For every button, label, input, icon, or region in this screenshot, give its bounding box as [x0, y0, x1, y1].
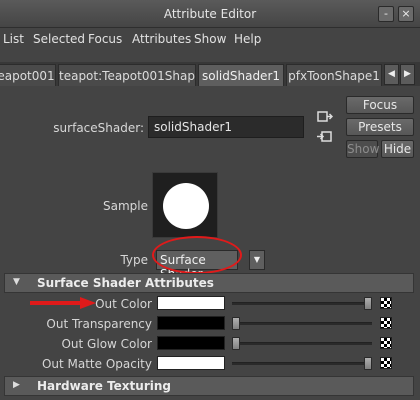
focus-button[interactable]: Focus	[346, 96, 414, 114]
texture-map-icon[interactable]	[380, 317, 392, 329]
out-color-swatch[interactable]	[157, 296, 225, 310]
sample-swatch	[152, 172, 218, 238]
tab-scroll-right-icon[interactable]: ▶	[400, 64, 415, 85]
out-matte-opacity-slider-thumb[interactable]	[364, 357, 372, 370]
tab-scroll-left-icon[interactable]: ◀	[384, 64, 399, 85]
node-name-field[interactable]: solidShader1	[148, 116, 304, 138]
tab-solidshader1[interactable]: solidShader1	[198, 64, 284, 86]
texture-map-icon[interactable]	[380, 297, 392, 309]
tab-teapot-shape[interactable]: teapot:Teapot001Shape	[58, 64, 196, 86]
hardware-texturing-header[interactable]: ▶ Hardware Texturing	[4, 376, 414, 396]
attr-label: Out Glow Color	[61, 337, 152, 351]
window-title: Attribute Editor	[163, 7, 257, 21]
out-matte-opacity-slider-track[interactable]	[232, 362, 372, 365]
out-color-slider-thumb[interactable]	[364, 297, 372, 310]
show-button[interactable]: Show	[346, 140, 379, 158]
attr-row-out-transparency: Out Transparency	[4, 314, 414, 334]
sample-label: Sample	[103, 199, 148, 213]
out-transparency-slider-thumb[interactable]	[232, 317, 240, 330]
menu-help[interactable]: Help	[234, 32, 261, 46]
tab-pfxtoonshape1[interactable]: pfxToonShape1	[286, 64, 382, 86]
annotation-arrow	[30, 297, 96, 309]
out-glow-color-slider-thumb[interactable]	[232, 337, 240, 350]
attr-label: Out Color	[95, 297, 152, 311]
chevron-down-icon[interactable]: ▼	[249, 250, 265, 270]
menu-focus[interactable]: Focus	[88, 32, 122, 46]
attr-row-out-glow-color: Out Glow Color	[4, 334, 414, 354]
out-transparency-swatch[interactable]	[157, 316, 225, 330]
out-glow-color-swatch[interactable]	[157, 336, 225, 350]
minimize-button[interactable]: -	[378, 6, 394, 22]
title-bar: Attribute Editor - ×	[0, 0, 420, 28]
attr-row-out-matte-opacity: Out Matte Opacity	[4, 354, 414, 374]
menu-show[interactable]: Show	[194, 32, 226, 46]
menu-selected[interactable]: Selected	[33, 32, 85, 46]
out-glow-color-slider-track[interactable]	[232, 342, 372, 345]
out-color-slider-track[interactable]	[232, 302, 372, 305]
tab-teapot001[interactable]: eapot001	[0, 64, 56, 86]
annotation-ellipse	[152, 236, 242, 274]
attr-label: Out Matte Opacity	[41, 357, 152, 371]
output-connection-icon[interactable]	[317, 130, 333, 144]
section-title: Hardware Texturing	[37, 379, 171, 393]
close-button[interactable]: ×	[398, 6, 414, 22]
expand-triangle-icon: ▼	[13, 277, 20, 287]
collapse-triangle-icon: ▶	[13, 380, 20, 390]
out-transparency-slider-track[interactable]	[232, 322, 372, 325]
menu-list[interactable]: List	[3, 32, 24, 46]
surface-shader-attributes-header[interactable]: ▼ Surface Shader Attributes	[4, 273, 414, 293]
section-title: Surface Shader Attributes	[37, 276, 214, 290]
input-connection-icon[interactable]	[317, 110, 333, 124]
surface-shader-label: surfaceShader:	[53, 121, 144, 135]
type-label: Type	[120, 253, 148, 267]
sample-sphere	[163, 183, 209, 229]
node-tab-bar: eapot001 teapot:Teapot001Shape solidShad…	[0, 62, 420, 86]
out-matte-opacity-swatch[interactable]	[157, 356, 225, 370]
menu-bar: List Selected Focus Attributes Show Help	[0, 28, 420, 50]
texture-map-icon[interactable]	[380, 337, 392, 349]
attr-label: Out Transparency	[46, 317, 152, 331]
texture-map-icon[interactable]	[380, 357, 392, 369]
presets-button[interactable]: Presets	[346, 118, 414, 136]
hide-button[interactable]: Hide	[381, 140, 414, 158]
menu-attributes[interactable]: Attributes	[132, 32, 191, 46]
